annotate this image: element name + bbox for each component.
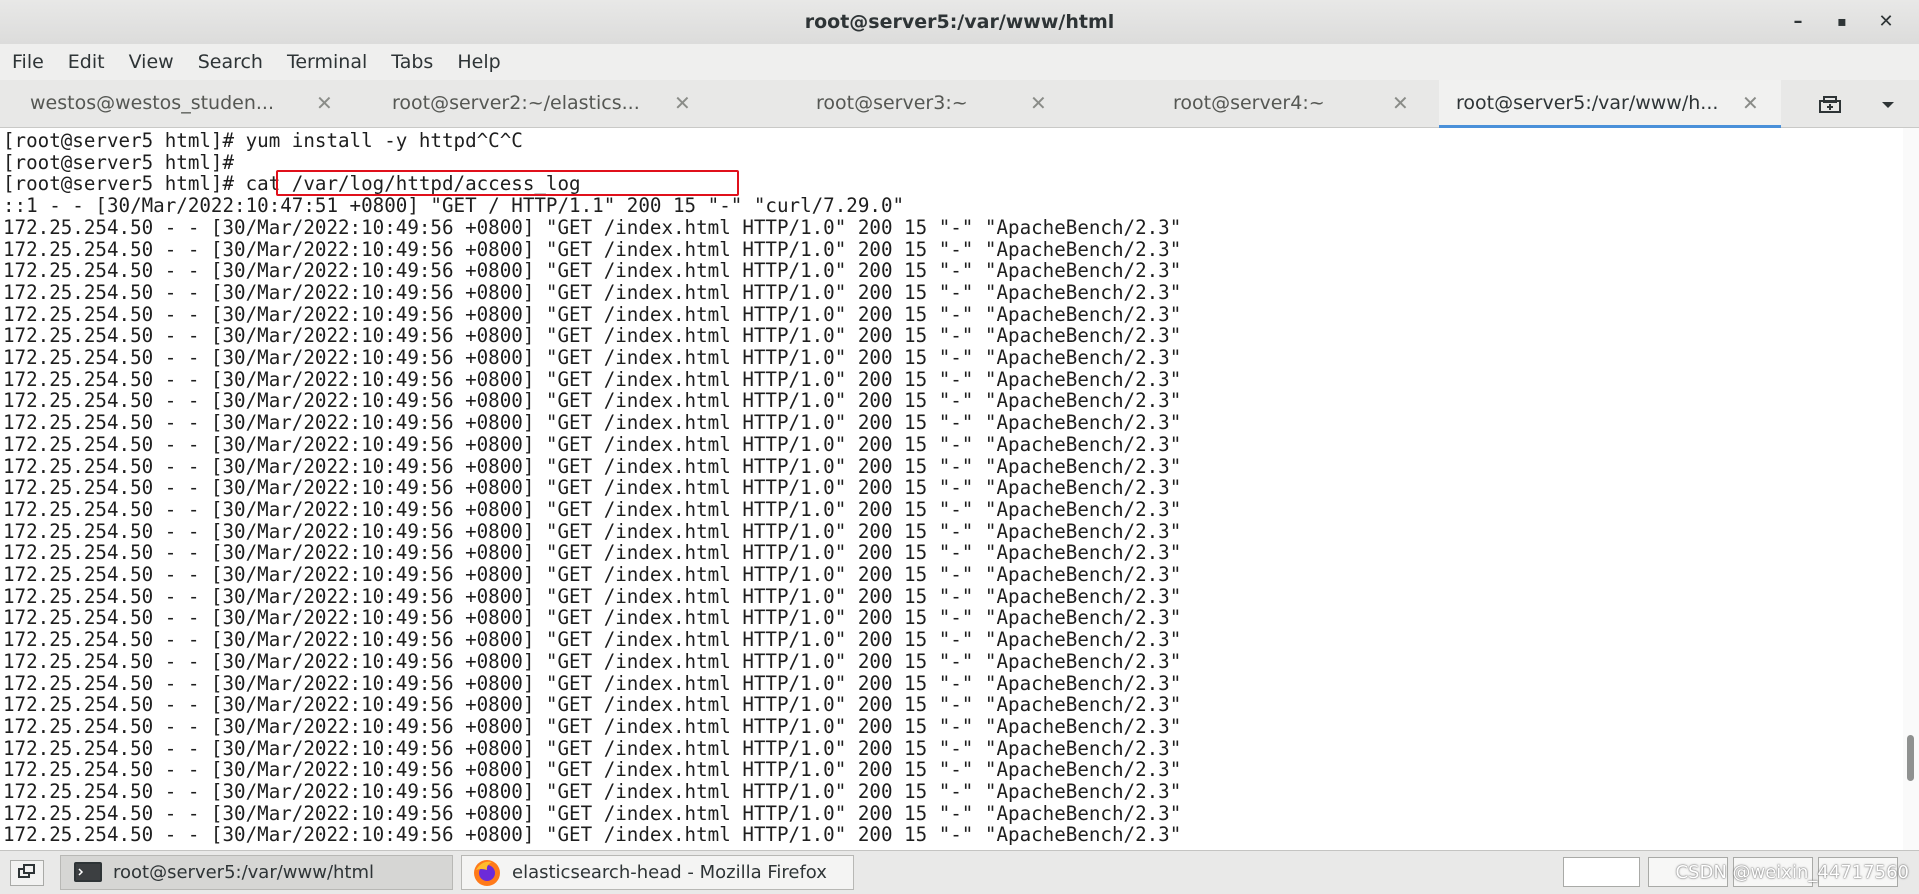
show-desktop-icon bbox=[18, 864, 35, 878]
new-tab-button[interactable] bbox=[1810, 80, 1850, 127]
terminal-line: 172.25.254.50 - - [30/Mar/2022:10:49:56 … bbox=[3, 302, 1182, 326]
tab-server4[interactable]: root@server4:~ ✕ bbox=[1056, 80, 1439, 127]
watermark: CSDN @weixin_44717560 bbox=[1675, 862, 1909, 883]
terminal-line: 172.25.254.50 - - [30/Mar/2022:10:49:56 … bbox=[3, 823, 1182, 847]
menu-bar: File Edit View Search Terminal Tabs Help bbox=[0, 44, 1919, 80]
terminal-line: 172.25.254.50 - - [30/Mar/2022:10:49:56 … bbox=[3, 432, 1182, 456]
terminal-line: 172.25.254.50 - - [30/Mar/2022:10:49:56 … bbox=[3, 693, 1182, 717]
terminal-line: 172.25.254.50 - - [30/Mar/2022:10:49:56 … bbox=[3, 389, 1182, 413]
tabs-menu-button[interactable] bbox=[1868, 80, 1908, 127]
close-icon: ✕ bbox=[1878, 11, 1894, 32]
firefox-icon bbox=[474, 860, 500, 886]
workspace-1[interactable] bbox=[1563, 857, 1640, 887]
tab-close-icon[interactable]: ✕ bbox=[1030, 80, 1047, 127]
task-firefox[interactable]: elasticsearch-head - Mozilla Firefox bbox=[461, 855, 854, 890]
terminal-line: 172.25.254.50 - - [30/Mar/2022:10:49:56 … bbox=[3, 736, 1182, 760]
command-highlight-box bbox=[276, 170, 739, 196]
terminal-line: [root@server5 html]# bbox=[3, 150, 235, 174]
terminal-line: 172.25.254.50 - - [30/Mar/2022:10:49:56 … bbox=[3, 563, 1182, 586]
terminal-line: 172.25.254.50 - - [30/Mar/2022:10:49:56 … bbox=[3, 606, 1182, 630]
terminal-line: 172.25.254.50 - - [30/Mar/2022:10:49:56 … bbox=[3, 259, 1182, 283]
terminal-line: 172.25.254.50 - - [30/Mar/2022:10:49:56 … bbox=[3, 649, 1182, 673]
terminal-line: 172.25.254.50 - - [30/Mar/2022:10:49:56 … bbox=[3, 346, 1182, 369]
scrollbar-thumb[interactable] bbox=[1907, 735, 1914, 781]
tab-server5[interactable]: root@server5:/var/www/h... ✕ bbox=[1439, 80, 1781, 128]
tab-label: westos@westos_studen... bbox=[30, 92, 275, 114]
task-terminal[interactable]: root@server5:/var/www/html bbox=[60, 855, 453, 890]
tab-label: root@server4:~ bbox=[1173, 92, 1325, 114]
chevron-down-icon bbox=[1882, 101, 1894, 108]
new-tab-icon bbox=[1819, 95, 1841, 113]
tab-westos[interactable]: westos@westos_studen... ✕ bbox=[0, 80, 345, 127]
menu-search[interactable]: Search bbox=[186, 44, 275, 80]
maximize-icon: ▪ bbox=[1837, 14, 1847, 30]
tab-label: root@server2:~/elastics... bbox=[392, 92, 640, 114]
tab-label: root@server5:/var/www/h... bbox=[1456, 92, 1719, 114]
terminal-line: 172.25.254.50 - - [30/Mar/2022:10:49:56 … bbox=[3, 714, 1182, 738]
minimize-icon: – bbox=[1793, 11, 1803, 32]
terminal-line: 172.25.254.50 - - [30/Mar/2022:10:49:56 … bbox=[3, 454, 1182, 478]
terminal-line: 172.25.254.50 - - [30/Mar/2022:10:49:56 … bbox=[3, 801, 1182, 825]
terminal-line: 172.25.254.50 - - [30/Mar/2022:10:49:56 … bbox=[3, 411, 1182, 435]
terminal-line: [root@server5 html]# yum install -y http… bbox=[3, 129, 523, 152]
task-label: elasticsearch-head - Mozilla Firefox bbox=[512, 862, 827, 883]
terminal-line: 172.25.254.50 - - [30/Mar/2022:10:49:56 … bbox=[3, 476, 1182, 500]
terminal-line: ::1 - - [30/Mar/2022:10:47:51 +0800] "GE… bbox=[3, 194, 905, 218]
terminal-line: 172.25.254.50 - - [30/Mar/2022:10:49:56 … bbox=[3, 628, 1182, 652]
terminal-icon bbox=[74, 862, 102, 882]
taskbar: root@server5:/var/www/html elasticsearch… bbox=[0, 850, 1919, 894]
tab-label: root@server3:~ bbox=[816, 92, 968, 114]
terminal-line: 172.25.254.50 - - [30/Mar/2022:10:49:56 … bbox=[3, 584, 1182, 608]
menu-file[interactable]: File bbox=[0, 44, 56, 80]
menu-help[interactable]: Help bbox=[445, 44, 512, 80]
close-window-button[interactable]: ✕ bbox=[1872, 8, 1900, 36]
tab-bar: westos@westos_studen... ✕ root@server2:~… bbox=[0, 80, 1919, 128]
terminal-view[interactable]: [root@server5 html]# yum install -y http… bbox=[0, 128, 1903, 850]
terminal-line: 172.25.254.50 - - [30/Mar/2022:10:49:56 … bbox=[3, 497, 1182, 521]
tab-server3[interactable]: root@server3:~ ✕ bbox=[690, 80, 1056, 127]
terminal-line: 172.25.254.50 - - [30/Mar/2022:10:49:56 … bbox=[3, 324, 1182, 348]
terminal-line: 172.25.254.50 - - [30/Mar/2022:10:49:56 … bbox=[3, 758, 1182, 782]
menu-tabs[interactable]: Tabs bbox=[379, 44, 445, 80]
tab-close-icon[interactable]: ✕ bbox=[1742, 80, 1759, 127]
terminal-line: 172.25.254.50 - - [30/Mar/2022:10:49:56 … bbox=[3, 237, 1182, 261]
menu-view[interactable]: View bbox=[117, 44, 186, 80]
terminal-line: 172.25.254.50 - - [30/Mar/2022:10:49:56 … bbox=[3, 519, 1182, 543]
terminal-line: 172.25.254.50 - - [30/Mar/2022:10:49:56 … bbox=[3, 541, 1182, 565]
terminal-line: 172.25.254.50 - - [30/Mar/2022:10:49:56 … bbox=[3, 671, 1182, 695]
tab-close-icon[interactable]: ✕ bbox=[316, 80, 333, 127]
terminal-line: 172.25.254.50 - - [30/Mar/2022:10:49:56 … bbox=[3, 367, 1182, 391]
task-label: root@server5:/var/www/html bbox=[113, 862, 375, 883]
tab-server2[interactable]: root@server2:~/elastics... ✕ bbox=[345, 80, 691, 127]
menu-edit[interactable]: Edit bbox=[56, 44, 117, 80]
minimize-button[interactable]: – bbox=[1784, 8, 1812, 36]
tab-close-icon[interactable]: ✕ bbox=[1392, 80, 1409, 127]
terminal-line: 172.25.254.50 - - [30/Mar/2022:10:49:56 … bbox=[3, 280, 1182, 304]
terminal-line: 172.25.254.50 - - [30/Mar/2022:10:49:56 … bbox=[3, 780, 1182, 803]
terminal-line: 172.25.254.50 - - [30/Mar/2022:10:49:56 … bbox=[3, 215, 1182, 239]
tab-close-icon[interactable]: ✕ bbox=[674, 80, 691, 127]
window-titlebar: root@server5:/var/www/html – ▪ ✕ bbox=[0, 0, 1919, 45]
window-title: root@server5:/var/www/html bbox=[804, 11, 1115, 33]
menu-terminal[interactable]: Terminal bbox=[275, 44, 379, 80]
show-desktop-button[interactable] bbox=[10, 860, 44, 886]
maximize-button[interactable]: ▪ bbox=[1828, 8, 1856, 36]
